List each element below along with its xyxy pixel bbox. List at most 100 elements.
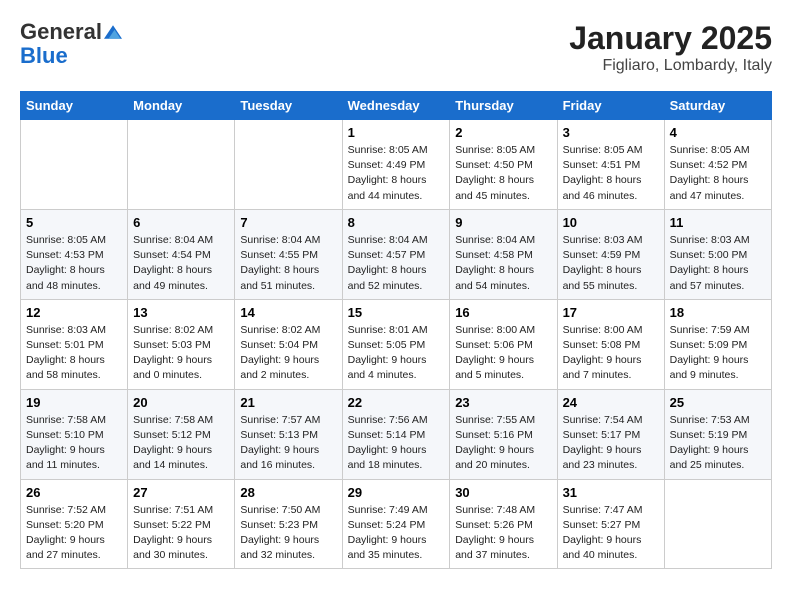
day-number: 9 (455, 215, 551, 230)
calendar-cell: 31 Sunrise: 7:47 AM Sunset: 5:27 PM Dayli… (557, 479, 664, 569)
calendar-week-row: 12 Sunrise: 8:03 AM Sunset: 5:01 PM Dayli… (21, 299, 772, 389)
weekday-header: Sunday (21, 92, 128, 120)
logo: General Blue (20, 20, 122, 68)
day-number: 23 (455, 395, 551, 410)
day-info: Sunrise: 8:03 AM Sunset: 4:59 PM Dayligh… (563, 233, 659, 294)
calendar-cell: 26Sunrise: 7:52 AM Sunset: 5:20 PM Dayli… (21, 479, 128, 569)
title-block: January 2025 Figliaro, Lombardy, Italy (569, 20, 772, 75)
calendar-week-row: 1 Sunrise: 8:05 AM Sunset: 4:49 PM Daylig… (21, 120, 772, 210)
calendar-cell: 1 Sunrise: 8:05 AM Sunset: 4:49 PM Daylig… (342, 120, 450, 210)
calendar-cell: 13Sunrise: 8:02 AM Sunset: 5:03 PM Dayli… (128, 299, 235, 389)
day-info: Sunrise: 8:05 AM Sunset: 4:49 PM Dayligh… (348, 143, 445, 204)
calendar-cell: 18 Sunrise: 7:59 AM Sunset: 5:09 PM Dayli… (664, 299, 771, 389)
day-info: Sunrise: 7:49 AM Sunset: 5:24 PM Dayligh… (348, 503, 445, 564)
day-number: 8 (348, 215, 445, 230)
day-info: Sunrise: 7:54 AM Sunset: 5:17 PM Dayligh… (563, 413, 659, 474)
logo-blue: Blue (20, 43, 68, 68)
day-number: 25 (670, 395, 766, 410)
calendar-cell: 4 Sunrise: 8:05 AM Sunset: 4:52 PM Daylig… (664, 120, 771, 210)
day-number: 29 (348, 485, 445, 500)
day-number: 15 (348, 305, 445, 320)
day-info: Sunrise: 7:47 AM Sunset: 5:27 PM Dayligh… (563, 503, 659, 564)
day-info: Sunrise: 8:00 AM Sunset: 5:06 PM Dayligh… (455, 323, 551, 384)
day-info: Sunrise: 7:50 AM Sunset: 5:23 PM Dayligh… (240, 503, 336, 564)
calendar-cell (21, 120, 128, 210)
day-number: 4 (670, 125, 766, 140)
day-number: 22 (348, 395, 445, 410)
calendar-cell (128, 120, 235, 210)
day-info: Sunrise: 8:03 AM Sunset: 5:00 PM Dayligh… (670, 233, 766, 294)
calendar-cell: 2 Sunrise: 8:05 AM Sunset: 4:50 PM Daylig… (450, 120, 557, 210)
calendar-cell: 17 Sunrise: 8:00 AM Sunset: 5:08 PM Dayli… (557, 299, 664, 389)
day-number: 20 (133, 395, 229, 410)
calendar-cell: 29 Sunrise: 7:49 AM Sunset: 5:24 PM Dayli… (342, 479, 450, 569)
calendar-cell: 19Sunrise: 7:58 AM Sunset: 5:10 PM Dayli… (21, 389, 128, 479)
day-info: Sunrise: 8:05 AM Sunset: 4:53 PM Dayligh… (26, 233, 122, 294)
calendar-cell: 24 Sunrise: 7:54 AM Sunset: 5:17 PM Dayli… (557, 389, 664, 479)
weekday-header: Friday (557, 92, 664, 120)
day-number: 14 (240, 305, 336, 320)
calendar-cell: 23 Sunrise: 7:55 AM Sunset: 5:16 PM Dayli… (450, 389, 557, 479)
day-info: Sunrise: 8:05 AM Sunset: 4:52 PM Dayligh… (670, 143, 766, 204)
weekday-header: Thursday (450, 92, 557, 120)
logo-icon (104, 23, 122, 41)
day-number: 27 (133, 485, 229, 500)
day-info: Sunrise: 8:04 AM Sunset: 4:54 PM Dayligh… (133, 233, 229, 294)
day-info: Sunrise: 8:01 AM Sunset: 5:05 PM Dayligh… (348, 323, 445, 384)
calendar-body: 1 Sunrise: 8:05 AM Sunset: 4:49 PM Daylig… (21, 120, 772, 569)
calendar-cell: 22Sunrise: 7:56 AM Sunset: 5:14 PM Dayli… (342, 389, 450, 479)
weekday-header: Monday (128, 92, 235, 120)
day-number: 24 (563, 395, 659, 410)
calendar-cell: 5Sunrise: 8:05 AM Sunset: 4:53 PM Daylig… (21, 209, 128, 299)
day-info: Sunrise: 7:53 AM Sunset: 5:19 PM Dayligh… (670, 413, 766, 474)
weekday-header: Tuesday (235, 92, 342, 120)
calendar-cell (664, 479, 771, 569)
weekday-header: Wednesday (342, 92, 450, 120)
day-number: 17 (563, 305, 659, 320)
day-info: Sunrise: 7:51 AM Sunset: 5:22 PM Dayligh… (133, 503, 229, 564)
day-number: 3 (563, 125, 659, 140)
calendar-subtitle: Figliaro, Lombardy, Italy (569, 57, 772, 75)
calendar-table: SundayMondayTuesdayWednesdayThursdayFrid… (20, 91, 772, 569)
calendar-week-row: 5Sunrise: 8:05 AM Sunset: 4:53 PM Daylig… (21, 209, 772, 299)
day-info: Sunrise: 8:04 AM Sunset: 4:58 PM Dayligh… (455, 233, 551, 294)
day-number: 6 (133, 215, 229, 230)
calendar-cell: 9 Sunrise: 8:04 AM Sunset: 4:58 PM Daylig… (450, 209, 557, 299)
day-info: Sunrise: 8:05 AM Sunset: 4:51 PM Dayligh… (563, 143, 659, 204)
calendar-cell: 21Sunrise: 7:57 AM Sunset: 5:13 PM Dayli… (235, 389, 342, 479)
calendar-cell: 25 Sunrise: 7:53 AM Sunset: 5:19 PM Dayli… (664, 389, 771, 479)
day-info: Sunrise: 8:04 AM Sunset: 4:57 PM Dayligh… (348, 233, 445, 294)
calendar-header-row: SundayMondayTuesdayWednesdayThursdayFrid… (21, 92, 772, 120)
day-number: 18 (670, 305, 766, 320)
day-number: 13 (133, 305, 229, 320)
day-info: Sunrise: 7:55 AM Sunset: 5:16 PM Dayligh… (455, 413, 551, 474)
page-header: General Blue January 2025 Figliaro, Lomb… (20, 20, 772, 75)
day-number: 7 (240, 215, 336, 230)
calendar-cell: 28Sunrise: 7:50 AM Sunset: 5:23 PM Dayli… (235, 479, 342, 569)
day-number: 1 (348, 125, 445, 140)
day-number: 2 (455, 125, 551, 140)
day-number: 12 (26, 305, 122, 320)
calendar-cell: 30Sunrise: 7:48 AM Sunset: 5:26 PM Dayli… (450, 479, 557, 569)
day-info: Sunrise: 8:00 AM Sunset: 5:08 PM Dayligh… (563, 323, 659, 384)
logo-general: General (20, 20, 102, 44)
day-number: 19 (26, 395, 122, 410)
day-info: Sunrise: 8:05 AM Sunset: 4:50 PM Dayligh… (455, 143, 551, 204)
day-number: 11 (670, 215, 766, 230)
calendar-cell: 6 Sunrise: 8:04 AM Sunset: 4:54 PM Daylig… (128, 209, 235, 299)
day-info: Sunrise: 8:03 AM Sunset: 5:01 PM Dayligh… (26, 323, 122, 384)
day-info: Sunrise: 8:02 AM Sunset: 5:04 PM Dayligh… (240, 323, 336, 384)
day-info: Sunrise: 7:48 AM Sunset: 5:26 PM Dayligh… (455, 503, 551, 564)
day-number: 16 (455, 305, 551, 320)
calendar-cell: 14 Sunrise: 8:02 AM Sunset: 5:04 PM Dayli… (235, 299, 342, 389)
day-info: Sunrise: 8:04 AM Sunset: 4:55 PM Dayligh… (240, 233, 336, 294)
day-number: 31 (563, 485, 659, 500)
day-info: Sunrise: 7:57 AM Sunset: 5:13 PM Dayligh… (240, 413, 336, 474)
calendar-title: January 2025 (569, 20, 772, 57)
calendar-cell: 11 Sunrise: 8:03 AM Sunset: 5:00 PM Dayli… (664, 209, 771, 299)
calendar-cell: 16 Sunrise: 8:00 AM Sunset: 5:06 PM Dayli… (450, 299, 557, 389)
day-number: 26 (26, 485, 122, 500)
calendar-cell: 27 Sunrise: 7:51 AM Sunset: 5:22 PM Dayli… (128, 479, 235, 569)
weekday-header: Saturday (664, 92, 771, 120)
day-info: Sunrise: 7:59 AM Sunset: 5:09 PM Dayligh… (670, 323, 766, 384)
